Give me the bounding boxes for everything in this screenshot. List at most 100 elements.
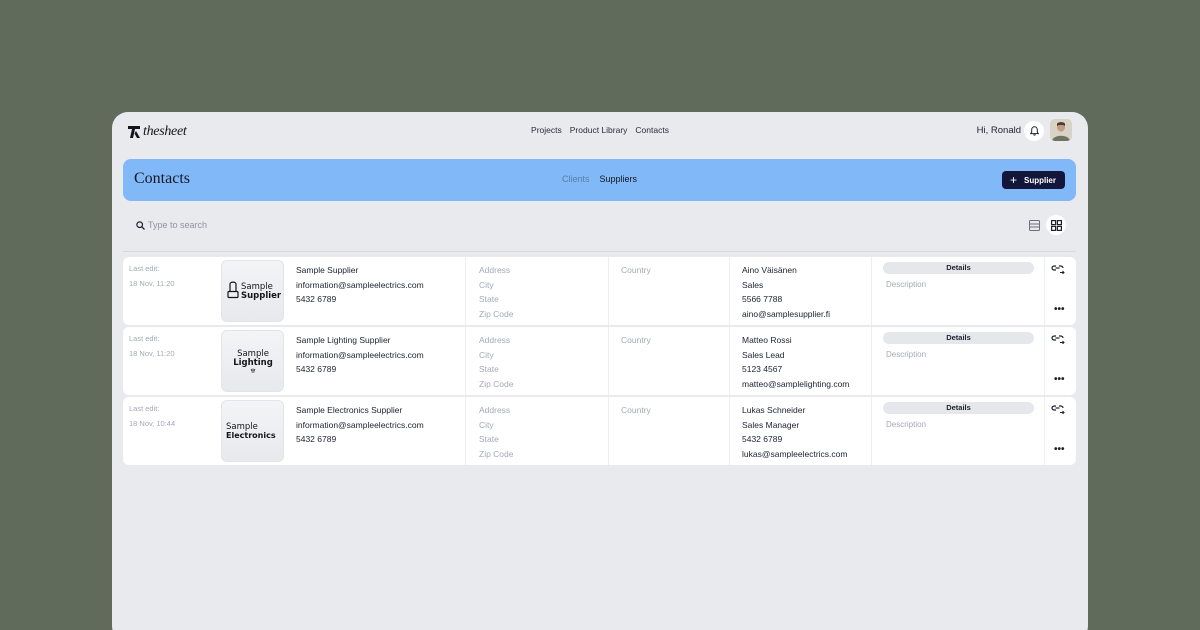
last-edit-label: Last edit: bbox=[129, 264, 160, 273]
description-field: Description bbox=[886, 420, 927, 429]
details-block: Details Description bbox=[871, 327, 1044, 395]
logo-word-bottom: Supplier bbox=[241, 291, 281, 301]
bell-icon bbox=[1029, 126, 1039, 136]
contact-role: Sales Lead bbox=[742, 349, 785, 360]
top-bar: thesheet Projects Product Library Contac… bbox=[112, 112, 1088, 150]
search-input[interactable]: Type to search bbox=[136, 220, 207, 230]
contact-email[interactable]: matteo@samplelighting.com bbox=[742, 377, 871, 392]
supplier-phone: 5432 6789 bbox=[296, 364, 337, 375]
details-button[interactable]: Details bbox=[883, 262, 1034, 274]
contact-email[interactable]: lukas@sampleelectrics.com bbox=[742, 447, 871, 462]
nav-projects[interactable]: Projects bbox=[531, 125, 562, 135]
description-field: Description bbox=[886, 280, 927, 289]
last-edit-time: 18 Nov, 11:20 bbox=[129, 348, 175, 358]
link-icon[interactable] bbox=[1051, 264, 1065, 274]
supplier-logo-icon: Sample Electronics bbox=[226, 422, 276, 440]
supplier-logo-icon: Sample Lighting bbox=[233, 349, 273, 373]
link-icon[interactable] bbox=[1051, 334, 1065, 344]
search-placeholder: Type to search bbox=[148, 220, 208, 230]
contact-person: Lukas Schneider Sales Manager 5432 6789 … bbox=[729, 397, 871, 465]
contact-name: Lukas Schneider bbox=[742, 405, 806, 415]
last-edit-time: 18 Nov, 11:20 bbox=[129, 278, 175, 288]
more-options-icon[interactable]: ••• bbox=[1054, 445, 1065, 455]
city-field: City bbox=[479, 279, 494, 290]
address-block: Address City State Zip Code bbox=[465, 327, 608, 395]
search-icon bbox=[136, 220, 145, 230]
contact-person: Matteo Rossi Sales Lead 5123 4567 matteo… bbox=[729, 327, 871, 395]
last-edit: Last edit: 18 Nov, 11:20 bbox=[129, 332, 175, 400]
supplier-name[interactable]: Sample Electronics Supplier bbox=[296, 403, 424, 418]
nav-product-library[interactable]: Product Library bbox=[570, 125, 628, 135]
tab-suppliers[interactable]: Suppliers bbox=[599, 174, 637, 184]
contact-person: Aino Väisänen Sales 5566 7788 aino@sampl… bbox=[729, 257, 871, 325]
row-actions: ••• bbox=[1044, 397, 1076, 465]
nav-contacts[interactable]: Contacts bbox=[635, 125, 669, 135]
grid-view-button[interactable] bbox=[1046, 215, 1066, 235]
divider bbox=[123, 251, 1076, 252]
zip-field: Zip Code bbox=[479, 309, 514, 320]
row-actions: ••• bbox=[1044, 327, 1076, 395]
supplier-logo: Sample Electronics bbox=[221, 400, 284, 462]
country-block: Country bbox=[608, 397, 729, 465]
supplier-email[interactable]: information@sampleelectrics.com bbox=[296, 348, 424, 363]
address-field: Address bbox=[479, 265, 511, 275]
country-field: Country bbox=[621, 335, 651, 345]
contact-role: Sales Manager bbox=[742, 419, 800, 430]
last-edit-label: Last edit: bbox=[129, 404, 160, 413]
zip-field: Zip Code bbox=[479, 449, 514, 460]
tab-clients[interactable]: Clients bbox=[562, 174, 590, 184]
add-supplier-button[interactable]: + Supplier bbox=[1001, 171, 1065, 189]
state-field: State bbox=[479, 434, 499, 445]
view-toggle bbox=[1024, 215, 1066, 235]
description-field: Description bbox=[886, 350, 927, 359]
supplier-email[interactable]: information@sampleelectrics.com bbox=[296, 418, 424, 433]
supplier-info: Sample Supplier information@sampleelectr… bbox=[296, 263, 424, 331]
state-field: State bbox=[479, 294, 499, 305]
address-field: Address bbox=[479, 405, 511, 415]
details-button[interactable]: Details bbox=[883, 332, 1034, 344]
details-block: Details Description bbox=[871, 397, 1044, 465]
notifications-button[interactable] bbox=[1024, 121, 1044, 141]
address-block: Address City State Zip Code bbox=[465, 397, 608, 465]
details-button[interactable]: Details bbox=[883, 402, 1034, 414]
country-field: Country bbox=[621, 405, 651, 415]
contact-phone: 5432 6789 bbox=[742, 434, 783, 445]
address-field: Address bbox=[479, 335, 511, 345]
app-window: thesheet Projects Product Library Contac… bbox=[112, 112, 1088, 630]
logo-word-bottom: Lighting bbox=[233, 358, 273, 368]
contact-name: Aino Väisänen bbox=[742, 265, 797, 275]
page-header: Contacts Clients Suppliers + Supplier bbox=[123, 159, 1076, 201]
contact-name: Matteo Rossi bbox=[742, 335, 792, 345]
last-edit: Last edit: 18 Nov, 11:20 bbox=[129, 262, 175, 330]
supplier-email[interactable]: information@sampleelectrics.com bbox=[296, 278, 424, 293]
add-supplier-label: Supplier bbox=[1023, 175, 1056, 185]
avatar[interactable] bbox=[1050, 119, 1072, 141]
supplier-info: Sample Lighting Supplier information@sam… bbox=[296, 333, 424, 401]
row-actions: ••• bbox=[1044, 257, 1076, 325]
supplier-info: Sample Electronics Supplier information@… bbox=[296, 403, 424, 471]
supplier-name[interactable]: Sample Lighting Supplier bbox=[296, 333, 424, 348]
plus-icon: + bbox=[1009, 173, 1017, 187]
supplier-logo: Sample Supplier bbox=[221, 260, 284, 322]
country-block: Country bbox=[608, 257, 729, 325]
supplier-name[interactable]: Sample Supplier bbox=[296, 263, 424, 278]
last-edit: Last edit: 18 Nov, 10:44 bbox=[129, 402, 175, 470]
contact-phone: 5566 7788 bbox=[742, 294, 783, 305]
last-edit-label: Last edit: bbox=[129, 334, 160, 343]
contact-tabs: Clients Suppliers bbox=[123, 174, 1076, 184]
contact-role: Sales bbox=[742, 279, 764, 290]
state-field: State bbox=[479, 364, 499, 375]
more-options-icon[interactable]: ••• bbox=[1054, 375, 1065, 385]
list-view-icon bbox=[1028, 219, 1040, 231]
table-row[interactable]: Last edit: 18 Nov, 11:20 Sample Lighting… bbox=[123, 327, 1076, 395]
address-block: Address City State Zip Code bbox=[465, 257, 608, 325]
country-block: Country bbox=[608, 327, 729, 395]
link-icon[interactable] bbox=[1051, 404, 1065, 414]
supplier-phone: 5432 6789 bbox=[296, 294, 337, 305]
list-view-button[interactable] bbox=[1024, 215, 1044, 235]
more-options-icon[interactable]: ••• bbox=[1054, 305, 1065, 315]
table-row[interactable]: Last edit: 18 Nov, 10:44 Sample Electron… bbox=[123, 397, 1076, 465]
table-row[interactable]: Last edit: 18 Nov, 11:20 Sample Supplier… bbox=[123, 257, 1076, 325]
contact-email[interactable]: aino@samplesupplier.fi bbox=[742, 307, 871, 322]
zip-field: Zip Code bbox=[479, 379, 514, 390]
